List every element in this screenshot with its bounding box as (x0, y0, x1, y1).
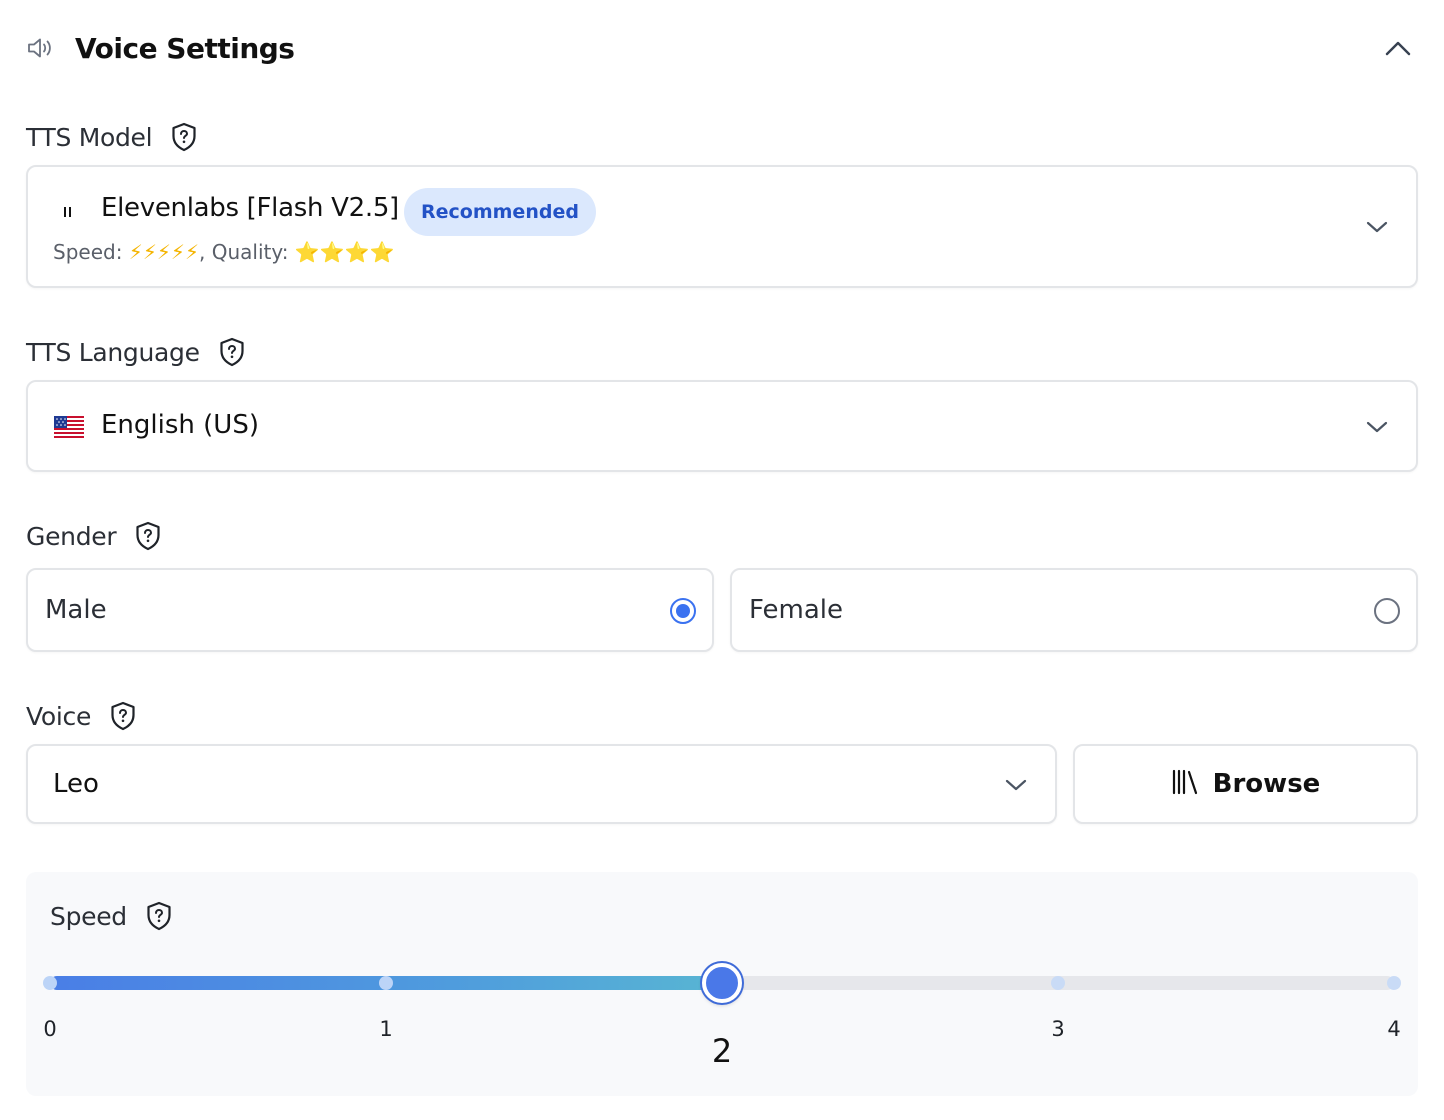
browse-voices-button[interactable]: Browse (1073, 744, 1418, 824)
gender-option-male[interactable]: Male (26, 568, 714, 652)
speed-tick-label: 0 (43, 1017, 57, 1041)
voice-label: Voice (26, 701, 92, 731)
help-shield-icon[interactable] (109, 701, 137, 731)
gender-label-row: Gender (26, 519, 162, 553)
tts-language-select[interactable]: English (US) (26, 380, 1418, 472)
tts-model-label-row: TTS Model (26, 120, 198, 154)
tts-language-label: TTS Language (26, 337, 200, 367)
rating-quality-label: , Quality: (199, 240, 289, 264)
lightning-icon: ⚡⚡⚡⚡⚡ (128, 240, 200, 264)
radio-button-selected[interactable] (670, 598, 696, 624)
rating-speed-label: Speed: (53, 240, 123, 264)
voice-select[interactable]: Leo (26, 744, 1057, 824)
speed-label-row: Speed (50, 899, 173, 933)
us-flag-icon (54, 416, 84, 438)
model-icon (64, 207, 72, 217)
voice-label-row: Voice (26, 699, 137, 733)
tts-model-select[interactable]: Elevenlabs [Flash V2.5] Recommended Spee… (26, 165, 1418, 288)
chevron-down-icon (1004, 773, 1028, 797)
tts-model-value: Elevenlabs [Flash V2.5] (101, 193, 399, 223)
speed-panel: Speed 0 1 3 4 2 (26, 872, 1418, 1096)
speed-tick-label: 4 (1387, 1017, 1401, 1041)
help-shield-icon[interactable] (145, 901, 173, 931)
help-shield-icon[interactable] (218, 337, 246, 367)
library-icon (1171, 769, 1199, 799)
slider-step-dot[interactable] (379, 976, 393, 990)
recommended-badge: Recommended (404, 188, 596, 236)
help-shield-icon[interactable] (134, 521, 162, 551)
speed-label: Speed (50, 901, 127, 931)
chevron-up-icon[interactable] (1382, 32, 1414, 64)
tts-language-value: English (US) (101, 410, 259, 440)
star-icon: ⭐⭐⭐⭐ (294, 240, 395, 264)
speed-value-label: 2 (711, 1032, 733, 1070)
gender-option-female[interactable]: Female (730, 568, 1418, 652)
speaker-icon (26, 32, 58, 64)
gender-label: Gender (26, 521, 117, 551)
slider-step-dot[interactable] (1387, 976, 1401, 990)
slider-step-dot[interactable] (43, 976, 57, 990)
gender-option-label: Male (45, 595, 107, 625)
speed-slider-thumb[interactable] (702, 963, 742, 1003)
gender-option-label: Female (749, 595, 844, 625)
slider-step-dot[interactable] (1051, 976, 1065, 990)
help-shield-icon[interactable] (170, 122, 198, 152)
page-title: Voice Settings (75, 31, 295, 65)
chevron-down-icon (1365, 215, 1389, 239)
tts-language-label-row: TTS Language (26, 335, 246, 369)
radio-button[interactable] (1374, 598, 1400, 624)
chevron-down-icon (1365, 415, 1389, 439)
tts-model-label: TTS Model (26, 122, 153, 152)
voice-settings-header[interactable]: Voice Settings (26, 28, 1418, 68)
speed-tick-label: 1 (379, 1017, 393, 1041)
speed-tick-label: 3 (1051, 1017, 1065, 1041)
model-rating: Speed: ⚡⚡⚡⚡⚡, Quality: ⭐⭐⭐⭐ (53, 240, 394, 264)
browse-label: Browse (1212, 769, 1321, 799)
voice-value: Leo (53, 769, 99, 799)
speed-slider-track[interactable] (43, 963, 1401, 1003)
